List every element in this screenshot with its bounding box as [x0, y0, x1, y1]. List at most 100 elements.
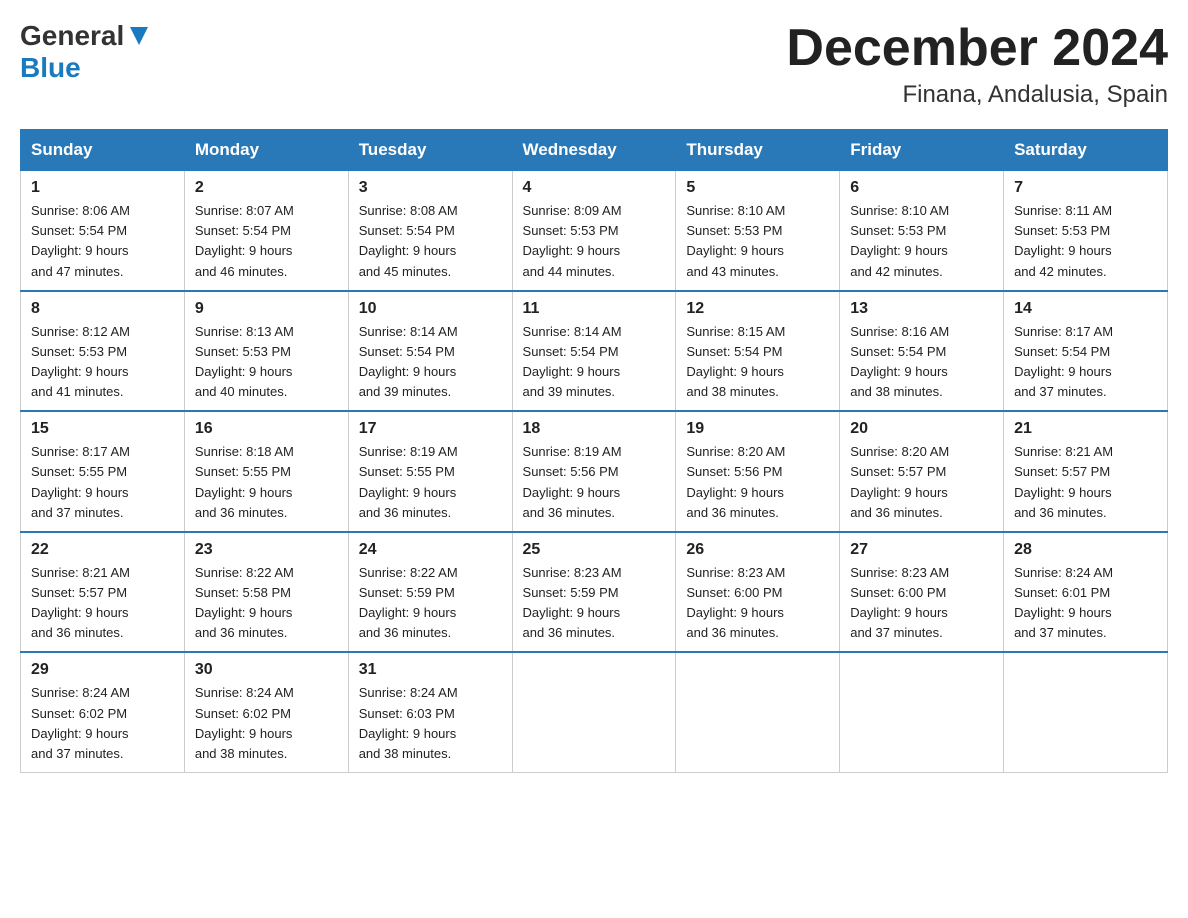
calendar-cell	[1004, 652, 1168, 772]
location-text: Finana, Andalusia, Spain	[786, 81, 1168, 109]
day-number: 20	[850, 420, 993, 438]
calendar-week-row: 8 Sunrise: 8:12 AM Sunset: 5:53 PM Dayli…	[21, 291, 1168, 412]
weekday-header-row: SundayMondayTuesdayWednesdayThursdayFrid…	[21, 130, 1168, 171]
day-info: Sunrise: 8:11 AM Sunset: 5:53 PM Dayligh…	[1014, 201, 1157, 282]
calendar-cell: 5 Sunrise: 8:10 AM Sunset: 5:53 PM Dayli…	[676, 171, 840, 291]
day-number: 4	[523, 179, 666, 197]
weekday-header-sunday: Sunday	[21, 130, 185, 171]
day-info: Sunrise: 8:06 AM Sunset: 5:54 PM Dayligh…	[31, 201, 174, 282]
day-info: Sunrise: 8:09 AM Sunset: 5:53 PM Dayligh…	[523, 201, 666, 282]
day-number: 23	[195, 541, 338, 559]
calendar-cell: 7 Sunrise: 8:11 AM Sunset: 5:53 PM Dayli…	[1004, 171, 1168, 291]
day-info: Sunrise: 8:15 AM Sunset: 5:54 PM Dayligh…	[686, 322, 829, 403]
day-number: 30	[195, 661, 338, 679]
day-number: 2	[195, 179, 338, 197]
day-number: 28	[1014, 541, 1157, 559]
weekday-header-tuesday: Tuesday	[348, 130, 512, 171]
day-info: Sunrise: 8:23 AM Sunset: 6:00 PM Dayligh…	[686, 563, 829, 644]
calendar-cell: 9 Sunrise: 8:13 AM Sunset: 5:53 PM Dayli…	[184, 291, 348, 412]
calendar-week-row: 1 Sunrise: 8:06 AM Sunset: 5:54 PM Dayli…	[21, 171, 1168, 291]
calendar-cell: 11 Sunrise: 8:14 AM Sunset: 5:54 PM Dayl…	[512, 291, 676, 412]
day-info: Sunrise: 8:18 AM Sunset: 5:55 PM Dayligh…	[195, 442, 338, 523]
calendar-cell: 30 Sunrise: 8:24 AM Sunset: 6:02 PM Dayl…	[184, 652, 348, 772]
day-number: 25	[523, 541, 666, 559]
day-number: 22	[31, 541, 174, 559]
day-info: Sunrise: 8:24 AM Sunset: 6:02 PM Dayligh…	[31, 683, 174, 764]
title-block: December 2024 Finana, Andalusia, Spain	[786, 20, 1168, 109]
weekday-header-wednesday: Wednesday	[512, 130, 676, 171]
day-number: 26	[686, 541, 829, 559]
day-info: Sunrise: 8:24 AM Sunset: 6:02 PM Dayligh…	[195, 683, 338, 764]
day-info: Sunrise: 8:08 AM Sunset: 5:54 PM Dayligh…	[359, 201, 502, 282]
day-info: Sunrise: 8:14 AM Sunset: 5:54 PM Dayligh…	[523, 322, 666, 403]
day-number: 8	[31, 300, 174, 318]
month-title: December 2024	[786, 20, 1168, 77]
calendar-cell: 26 Sunrise: 8:23 AM Sunset: 6:00 PM Dayl…	[676, 532, 840, 653]
day-number: 12	[686, 300, 829, 318]
weekday-header-saturday: Saturday	[1004, 130, 1168, 171]
day-info: Sunrise: 8:21 AM Sunset: 5:57 PM Dayligh…	[31, 563, 174, 644]
weekday-header-friday: Friday	[840, 130, 1004, 171]
calendar-cell	[512, 652, 676, 772]
day-info: Sunrise: 8:14 AM Sunset: 5:54 PM Dayligh…	[359, 322, 502, 403]
day-number: 16	[195, 420, 338, 438]
day-number: 1	[31, 179, 174, 197]
day-number: 11	[523, 300, 666, 318]
calendar-cell: 12 Sunrise: 8:15 AM Sunset: 5:54 PM Dayl…	[676, 291, 840, 412]
day-number: 5	[686, 179, 829, 197]
calendar-cell: 1 Sunrise: 8:06 AM Sunset: 5:54 PM Dayli…	[21, 171, 185, 291]
calendar-cell: 28 Sunrise: 8:24 AM Sunset: 6:01 PM Dayl…	[1004, 532, 1168, 653]
day-info: Sunrise: 8:17 AM Sunset: 5:55 PM Dayligh…	[31, 442, 174, 523]
day-info: Sunrise: 8:17 AM Sunset: 5:54 PM Dayligh…	[1014, 322, 1157, 403]
day-info: Sunrise: 8:19 AM Sunset: 5:56 PM Dayligh…	[523, 442, 666, 523]
day-info: Sunrise: 8:23 AM Sunset: 5:59 PM Dayligh…	[523, 563, 666, 644]
day-info: Sunrise: 8:10 AM Sunset: 5:53 PM Dayligh…	[850, 201, 993, 282]
calendar-cell: 29 Sunrise: 8:24 AM Sunset: 6:02 PM Dayl…	[21, 652, 185, 772]
day-number: 31	[359, 661, 502, 679]
calendar-cell: 14 Sunrise: 8:17 AM Sunset: 5:54 PM Dayl…	[1004, 291, 1168, 412]
calendar-table: SundayMondayTuesdayWednesdayThursdayFrid…	[20, 129, 1168, 773]
weekday-header-thursday: Thursday	[676, 130, 840, 171]
day-info: Sunrise: 8:10 AM Sunset: 5:53 PM Dayligh…	[686, 201, 829, 282]
calendar-cell	[840, 652, 1004, 772]
day-number: 19	[686, 420, 829, 438]
logo: General Blue	[20, 20, 150, 84]
day-info: Sunrise: 8:13 AM Sunset: 5:53 PM Dayligh…	[195, 322, 338, 403]
page-header: General Blue December 2024 Finana, Andal…	[20, 20, 1168, 109]
day-number: 3	[359, 179, 502, 197]
day-number: 7	[1014, 179, 1157, 197]
calendar-cell: 10 Sunrise: 8:14 AM Sunset: 5:54 PM Dayl…	[348, 291, 512, 412]
weekday-header-monday: Monday	[184, 130, 348, 171]
calendar-week-row: 15 Sunrise: 8:17 AM Sunset: 5:55 PM Dayl…	[21, 411, 1168, 532]
calendar-cell: 24 Sunrise: 8:22 AM Sunset: 5:59 PM Dayl…	[348, 532, 512, 653]
day-info: Sunrise: 8:24 AM Sunset: 6:01 PM Dayligh…	[1014, 563, 1157, 644]
day-number: 24	[359, 541, 502, 559]
day-number: 17	[359, 420, 502, 438]
day-info: Sunrise: 8:22 AM Sunset: 5:58 PM Dayligh…	[195, 563, 338, 644]
day-info: Sunrise: 8:20 AM Sunset: 5:56 PM Dayligh…	[686, 442, 829, 523]
day-number: 6	[850, 179, 993, 197]
calendar-cell: 16 Sunrise: 8:18 AM Sunset: 5:55 PM Dayl…	[184, 411, 348, 532]
day-number: 27	[850, 541, 993, 559]
logo-general-text: General	[20, 20, 124, 52]
calendar-cell: 2 Sunrise: 8:07 AM Sunset: 5:54 PM Dayli…	[184, 171, 348, 291]
day-info: Sunrise: 8:20 AM Sunset: 5:57 PM Dayligh…	[850, 442, 993, 523]
day-number: 15	[31, 420, 174, 438]
calendar-cell: 6 Sunrise: 8:10 AM Sunset: 5:53 PM Dayli…	[840, 171, 1004, 291]
calendar-cell: 18 Sunrise: 8:19 AM Sunset: 5:56 PM Dayl…	[512, 411, 676, 532]
calendar-week-row: 22 Sunrise: 8:21 AM Sunset: 5:57 PM Dayl…	[21, 532, 1168, 653]
logo-blue-text: Blue	[20, 52, 81, 83]
calendar-cell: 4 Sunrise: 8:09 AM Sunset: 5:53 PM Dayli…	[512, 171, 676, 291]
logo-arrow-icon	[128, 25, 150, 47]
calendar-cell: 27 Sunrise: 8:23 AM Sunset: 6:00 PM Dayl…	[840, 532, 1004, 653]
calendar-cell: 3 Sunrise: 8:08 AM Sunset: 5:54 PM Dayli…	[348, 171, 512, 291]
day-number: 10	[359, 300, 502, 318]
calendar-cell: 19 Sunrise: 8:20 AM Sunset: 5:56 PM Dayl…	[676, 411, 840, 532]
day-info: Sunrise: 8:23 AM Sunset: 6:00 PM Dayligh…	[850, 563, 993, 644]
calendar-cell: 20 Sunrise: 8:20 AM Sunset: 5:57 PM Dayl…	[840, 411, 1004, 532]
calendar-cell: 21 Sunrise: 8:21 AM Sunset: 5:57 PM Dayl…	[1004, 411, 1168, 532]
day-info: Sunrise: 8:12 AM Sunset: 5:53 PM Dayligh…	[31, 322, 174, 403]
day-info: Sunrise: 8:07 AM Sunset: 5:54 PM Dayligh…	[195, 201, 338, 282]
day-info: Sunrise: 8:16 AM Sunset: 5:54 PM Dayligh…	[850, 322, 993, 403]
day-info: Sunrise: 8:19 AM Sunset: 5:55 PM Dayligh…	[359, 442, 502, 523]
